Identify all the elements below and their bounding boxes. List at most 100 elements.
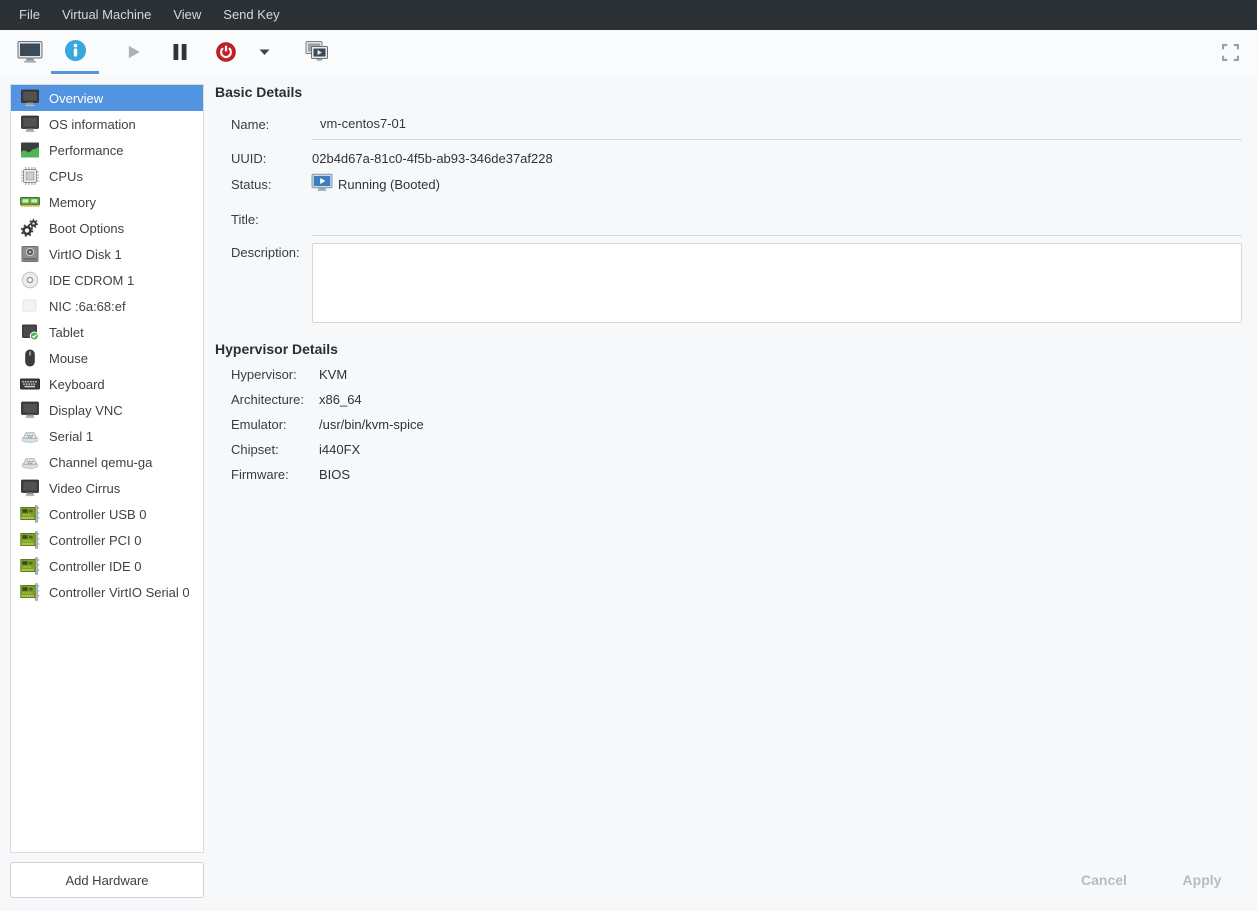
sidebar-item-label: Controller USB 0: [49, 507, 147, 522]
sidebar-item-overview[interactable]: Overview: [11, 85, 203, 111]
sidebar-item-label: IDE CDROM 1: [49, 273, 134, 288]
sidebar-item-os-information[interactable]: OS information: [11, 111, 203, 137]
screens-button[interactable]: [294, 30, 338, 74]
sidebar-item-label: Performance: [49, 143, 123, 158]
chevron-down-icon: [258, 48, 271, 56]
performance-chart-icon: [19, 139, 41, 161]
sidebar-item-tablet[interactable]: Tablet: [11, 319, 203, 345]
shutdown-vm-button[interactable]: [204, 30, 248, 74]
hypervisor-value: KVM: [319, 367, 347, 382]
sidebar-item-boot-options[interactable]: Boot Options: [11, 215, 203, 241]
sidebar-item-performance[interactable]: Performance: [11, 137, 203, 163]
sidebar-item-channel-qemu-ga[interactable]: Channel qemu-ga: [11, 449, 203, 475]
controller-card-icon: [19, 529, 41, 551]
menu-bar: File Virtual Machine View Send Key: [0, 0, 1257, 30]
controller-card-icon: [19, 581, 41, 603]
firmware-label: Firmware:: [231, 467, 289, 482]
architecture-value: x86_64: [319, 392, 362, 407]
sidebar-item-keyboard[interactable]: Keyboard: [11, 371, 203, 397]
console-monitor-icon: [17, 40, 43, 64]
vm-details-window: File Virtual Machine View Send Key Overv…: [0, 0, 1257, 911]
controller-card-icon: [19, 555, 41, 577]
monitor-icon: [19, 399, 41, 421]
description-input[interactable]: [312, 243, 1242, 323]
sidebar-item-label: Controller IDE 0: [49, 559, 141, 574]
uuid-value: 02b4d67a-81c0-4f5b-ab93-346de37af228: [312, 151, 553, 166]
pause-vm-button[interactable]: [158, 30, 202, 74]
name-label: Name:: [231, 117, 269, 132]
hardware-list: Overview OS information Performance CPUs…: [10, 84, 204, 853]
mouse-icon: [19, 347, 41, 369]
disk-icon: [19, 243, 41, 265]
hypervisor-details-heading: Hypervisor Details: [215, 341, 338, 357]
cancel-button[interactable]: Cancel: [1068, 866, 1140, 894]
sidebar-item-cpus[interactable]: CPUs: [11, 163, 203, 189]
gears-icon: [19, 217, 41, 239]
sidebar-item-label: Boot Options: [49, 221, 124, 236]
apply-button[interactable]: Apply: [1166, 866, 1238, 894]
sidebar-item-controller-virtio-serial-0[interactable]: Controller VirtIO Serial 0: [11, 579, 203, 605]
menu-file[interactable]: File: [8, 0, 51, 30]
run-play-icon: [127, 44, 142, 60]
monitor-icon: [19, 477, 41, 499]
sidebar-item-label: Controller VirtIO Serial 0: [49, 585, 190, 600]
firmware-value: BIOS: [319, 467, 350, 482]
sidebar-item-virtio-disk-1[interactable]: VirtIO Disk 1: [11, 241, 203, 267]
details-info-icon: [64, 39, 87, 62]
sidebar-item-label: Serial 1: [49, 429, 93, 444]
sidebar-item-display-vnc[interactable]: Display VNC: [11, 397, 203, 423]
sidebar-item-label: Controller PCI 0: [49, 533, 141, 548]
fullscreen-button[interactable]: [1213, 30, 1247, 74]
sidebar-item-label: CPUs: [49, 169, 83, 184]
sidebar-item-mouse[interactable]: Mouse: [11, 345, 203, 371]
emulator-value: /usr/bin/kvm-spice: [319, 417, 424, 432]
sidebar-item-label: Channel qemu-ga: [49, 455, 152, 470]
sidebar-item-controller-pci-0[interactable]: Controller PCI 0: [11, 527, 203, 553]
screens-icon: [303, 40, 329, 64]
controller-card-icon: [19, 503, 41, 525]
run-vm-button[interactable]: [112, 30, 156, 74]
nic-icon: [19, 295, 41, 317]
sidebar-item-nic[interactable]: NIC :6a:68:ef: [11, 293, 203, 319]
uuid-label: UUID:: [231, 151, 266, 166]
sidebar-item-label: Overview: [49, 91, 103, 106]
sidebar-item-label: Keyboard: [49, 377, 105, 392]
serial-port-icon: [19, 451, 41, 473]
sidebar-item-controller-ide-0[interactable]: Controller IDE 0: [11, 553, 203, 579]
serial-port-icon: [19, 425, 41, 447]
memory-icon: [19, 191, 41, 213]
menu-virtual-machine[interactable]: Virtual Machine: [51, 0, 162, 30]
sidebar-item-ide-cdrom-1[interactable]: IDE CDROM 1: [11, 267, 203, 293]
sidebar-item-label: Video Cirrus: [49, 481, 120, 496]
title-label: Title:: [231, 212, 259, 227]
sidebar-item-label: VirtIO Disk 1: [49, 247, 122, 262]
show-details-button[interactable]: [51, 30, 99, 74]
sidebar-item-serial-1[interactable]: Serial 1: [11, 423, 203, 449]
description-label: Description:: [231, 245, 300, 260]
sidebar-item-label: Mouse: [49, 351, 88, 366]
add-hardware-button[interactable]: Add Hardware: [10, 862, 204, 898]
sidebar-item-memory[interactable]: Memory: [11, 189, 203, 215]
sidebar-item-controller-usb-0[interactable]: Controller USB 0: [11, 501, 203, 527]
sidebar-item-label: Memory: [49, 195, 96, 210]
monitor-icon: [19, 113, 41, 135]
menu-view[interactable]: View: [162, 0, 212, 30]
keyboard-icon: [19, 373, 41, 395]
pause-icon: [171, 43, 189, 61]
sidebar-item-label: Display VNC: [49, 403, 123, 418]
toolbar: [0, 30, 1257, 75]
name-input[interactable]: [312, 110, 1242, 140]
sidebar-item-video-cirrus[interactable]: Video Cirrus: [11, 475, 203, 501]
status-value: Running (Booted): [338, 177, 440, 192]
emulator-label: Emulator:: [231, 417, 287, 432]
show-console-button[interactable]: [8, 30, 52, 74]
title-input[interactable]: [312, 206, 1242, 236]
menu-send-key[interactable]: Send Key: [212, 0, 290, 30]
cpu-icon: [19, 165, 41, 187]
tablet-icon: [19, 321, 41, 343]
monitor-icon: [19, 87, 41, 109]
architecture-label: Architecture:: [231, 392, 304, 407]
chipset-value: i440FX: [319, 442, 360, 457]
sidebar-item-label: Tablet: [49, 325, 84, 340]
shutdown-menu-button[interactable]: [250, 30, 278, 74]
